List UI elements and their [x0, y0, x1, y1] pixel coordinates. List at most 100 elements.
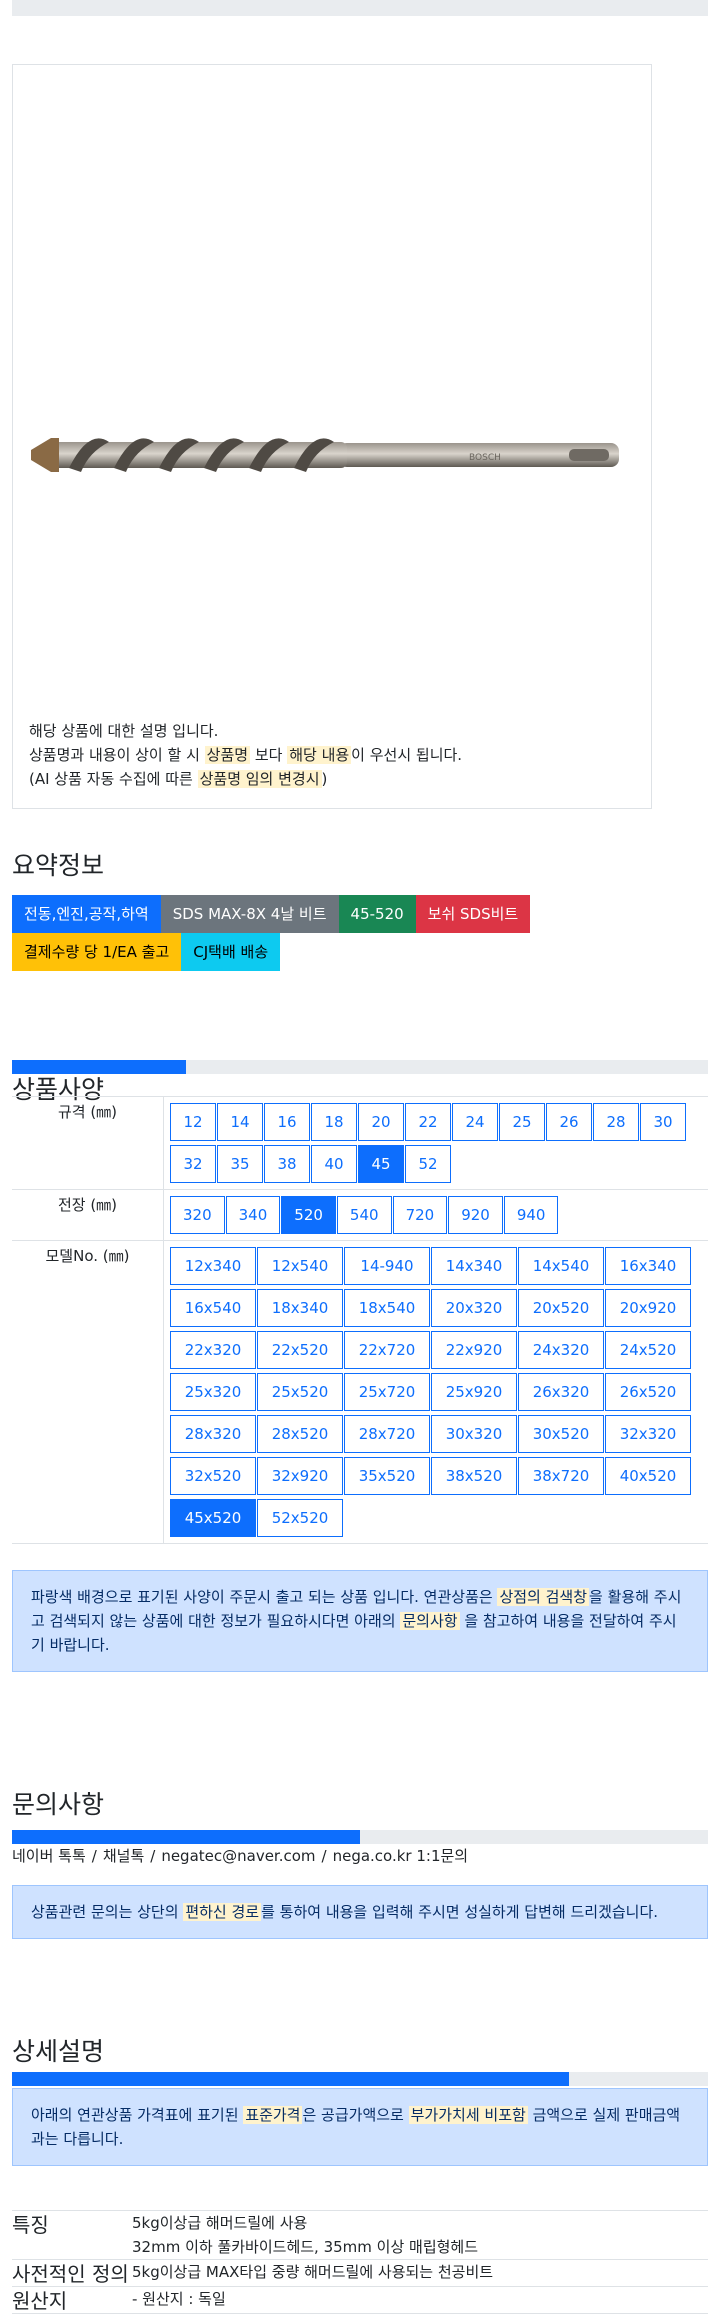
spec-option-button[interactable]: 12x540 [257, 1247, 343, 1285]
detail-line: 32mm 이하 풀카바이드헤드, 35mm 이상 매립형헤드 [132, 2238, 479, 2256]
detail-value: - 원산지 : 독일 [132, 2287, 708, 2313]
summary-badge: 전동,엔진,공작,하역 [12, 895, 161, 933]
spec-option-button[interactable]: 12 [170, 1103, 216, 1141]
spec-option-button[interactable]: 24x320 [518, 1331, 604, 1369]
detail-progress-bar [12, 2072, 708, 2086]
spec-option-button[interactable]: 30 [640, 1103, 686, 1141]
spec-option-button[interactable]: 24x520 [605, 1331, 691, 1369]
spec-option-button[interactable]: 45x520 [170, 1499, 256, 1537]
spec-option-button[interactable]: 32 [170, 1145, 216, 1183]
spec-option-button[interactable]: 26x320 [518, 1373, 604, 1411]
spec-option-button[interactable]: 28x720 [344, 1415, 430, 1453]
spec-option-button[interactable]: 22x320 [170, 1331, 256, 1369]
spec-option-button[interactable]: 16 [264, 1103, 310, 1141]
product-image-box: BOSCH 해당 상품에 대한 설명 입니다. 상품명과 내용이 상이 할 시 … [12, 64, 652, 809]
contact-link[interactable]: nega.co.kr 1:1문의 [333, 1847, 469, 1865]
spec-options: 12 14 16 18 20 22 24 25 26 28 30 32 35 38 40 45 52 [163, 1097, 708, 1189]
drill-bit-image: BOSCH [31, 438, 619, 472]
spec-option-button[interactable]: 520 [281, 1196, 336, 1234]
detail-row: 특징 5kg이상급 해머드릴에 사용 32mm 이하 풀카바이드헤드, 35mm 이… [12, 2211, 708, 2260]
spec-option-button[interactable]: 540 [336, 1196, 392, 1234]
spec-option-button[interactable]: 32x320 [605, 1415, 691, 1453]
spec-option-button[interactable]: 32x920 [257, 1457, 343, 1495]
detail-line: - 원산지 : 독일 [132, 2290, 226, 2308]
summary-badge: CJ택배 배송 [181, 933, 281, 971]
summary-badges: 전동,엔진,공작,하역 SDS MAX-8X 4날 비트 45-520 보쉬 SDS비… [12, 895, 612, 971]
contact-separator: / [321, 1847, 327, 1865]
spec-option-button[interactable]: 14 [217, 1103, 263, 1141]
spec-option-button[interactable]: 35 [217, 1145, 263, 1183]
spec-option-button[interactable]: 32x520 [170, 1457, 256, 1495]
spec-option-button[interactable]: 52x520 [257, 1499, 343, 1537]
spec-option-button[interactable]: 22 [405, 1103, 451, 1141]
spec-option-button[interactable]: 25 [499, 1103, 545, 1141]
description-line-3: (AI 상품 자동 수집에 따른 상품명 임의 변경시) [29, 770, 328, 788]
detail-table: 특징 5kg이상급 해머드릴에 사용 32mm 이하 풀카바이드헤드, 35mm 이… [12, 2210, 708, 2314]
detail-row: 사전적인 정의 5kg이상급 MAX타입 중량 해머드릴에 사용되는 천공비트 [12, 2260, 708, 2287]
spec-option-button[interactable]: 940 [503, 1196, 559, 1234]
spec-option-button[interactable]: 20 [358, 1103, 404, 1141]
spec-option-button[interactable]: 12x340 [170, 1247, 256, 1285]
spec-option-button[interactable]: 920 [448, 1196, 503, 1234]
description-line-2: 상품명과 내용이 상이 할 시 상품명 보다 해당 내용 이 우선시 됩니다. [29, 746, 463, 764]
detail-line: 5kg이상급 MAX타입 중량 해머드릴에 사용되는 천공비트 [132, 2263, 494, 2281]
spec-option-button[interactable]: 18x540 [344, 1289, 430, 1327]
spec-option-button[interactable]: 40 [311, 1145, 357, 1183]
spec-option-button[interactable]: 24 [452, 1103, 498, 1141]
contact-link[interactable]: 네이버 톡톡 [12, 1847, 86, 1865]
spec-option-button[interactable]: 22x920 [431, 1331, 517, 1369]
spec-option-button[interactable]: 720 [392, 1196, 448, 1234]
spec-option-button[interactable]: 20x920 [605, 1289, 691, 1327]
detail-key: 원산지 [12, 2289, 68, 2313]
detail-key: 사전적인 정의 [12, 2262, 129, 2286]
spec-row: 모델No. (㎜) 12x340 12x540 14-940 14x340 14x540 1… [12, 1241, 708, 1544]
spec-option-button[interactable]: 26x520 [605, 1373, 691, 1411]
spec-option-button[interactable]: 30x520 [518, 1415, 604, 1453]
spec-option-button[interactable]: 52 [405, 1145, 451, 1183]
spec-option-button[interactable]: 38 [264, 1145, 310, 1183]
spec-option-button[interactable]: 320 [170, 1196, 225, 1234]
spec-row: 규격 (㎜) 12 14 16 18 20 22 24 25 26 28 30 32 35 38 40 45 52 [12, 1097, 708, 1190]
spec-option-button[interactable]: 14x340 [431, 1247, 517, 1285]
product-image-description: 해당 상품에 대한 설명 입니다. 상품명과 내용이 상이 할 시 상품명 보다… [29, 719, 462, 791]
spec-option-button[interactable]: 25x320 [170, 1373, 256, 1411]
spec-option-button[interactable]: 22x520 [257, 1331, 343, 1369]
spec-option-button[interactable]: 18 [311, 1103, 357, 1141]
spec-option-button[interactable]: 38x520 [431, 1457, 517, 1495]
contact-link[interactable]: negatec@naver.com [161, 1847, 315, 1865]
summary-badge: SDS MAX-8X 4날 비트 [160, 895, 339, 933]
spec-option-button[interactable]: 20x320 [431, 1289, 517, 1327]
spec-option-button[interactable]: 340 [225, 1196, 281, 1234]
spec-option-button[interactable]: 14x540 [518, 1247, 604, 1285]
contact-link[interactable]: 채널톡 [103, 1847, 144, 1865]
spec-option-button[interactable]: 38x720 [518, 1457, 604, 1495]
spec-option-button[interactable]: 18x340 [257, 1289, 343, 1327]
spec-option-button[interactable]: 35x520 [344, 1457, 430, 1495]
spec-option-button[interactable]: 28x320 [170, 1415, 256, 1453]
spec-option-button[interactable]: 25x720 [344, 1373, 430, 1411]
spec-option-button[interactable]: 25x520 [257, 1373, 343, 1411]
detail-key: 특징 [12, 2213, 49, 2237]
spec-options: 12x340 12x540 14-940 14x340 14x540 16x340 16x5… [163, 1241, 708, 1543]
spec-option-button[interactable]: 22x720 [344, 1331, 430, 1369]
summary-badge: 보쉬 SDS비트 [415, 895, 531, 933]
spec-option-button[interactable]: 45 [358, 1145, 404, 1183]
spec-option-button[interactable]: 40x520 [605, 1457, 691, 1495]
spec-label: 규격 (㎜) [57, 1103, 118, 1121]
spec-option-button[interactable]: 26 [546, 1103, 592, 1141]
spec-option-button[interactable]: 16x340 [605, 1247, 691, 1285]
spec-table: 규격 (㎜) 12 14 16 18 20 22 24 25 26 28 30 32 35 38 40 45 52… [12, 1096, 708, 1544]
detail-value: 5kg이상급 MAX타입 중량 해머드릴에 사용되는 천공비트 [132, 2260, 708, 2286]
detail-title: 상세설명 [12, 2037, 105, 2066]
svg-text:BOSCH: BOSCH [469, 453, 501, 463]
spec-option-button[interactable]: 16x540 [170, 1289, 256, 1327]
description-line-1: 해당 상품에 대한 설명 입니다. [29, 722, 219, 740]
spec-option-button[interactable]: 25x920 [431, 1373, 517, 1411]
spec-option-button[interactable]: 28 [593, 1103, 639, 1141]
spec-notice: 파랑색 배경으로 표기된 사양이 주문시 출고 되는 상품 입니다. 연관상품은… [12, 1570, 708, 1672]
spec-option-button[interactable]: 30x320 [431, 1415, 517, 1453]
spec-option-button[interactable]: 28x520 [257, 1415, 343, 1453]
spec-option-button[interactable]: 14-940 [344, 1247, 430, 1285]
spec-option-button[interactable]: 20x520 [518, 1289, 604, 1327]
summary-badge: 45-520 [338, 895, 416, 933]
